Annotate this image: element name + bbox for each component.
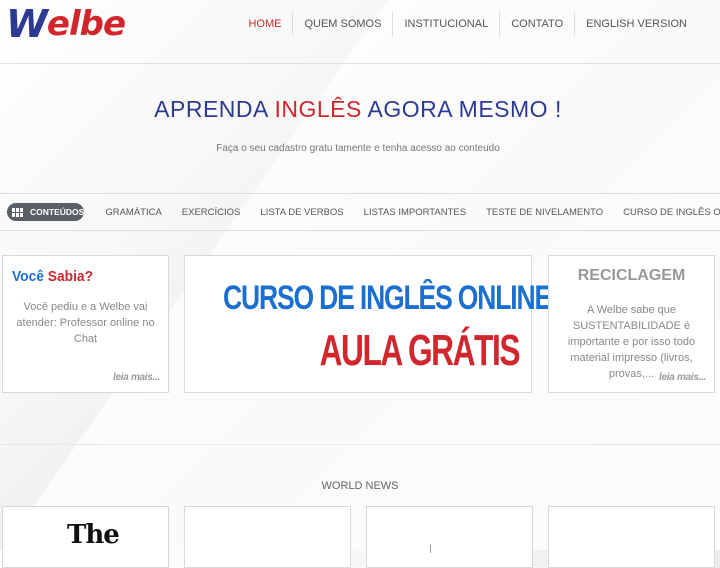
hero-title-part-2: AGORA MESMO !	[361, 96, 562, 122]
grid-icon	[12, 207, 23, 217]
voce-sabia-text: Você pediu e a Welbe vai atender: Profes…	[16, 301, 155, 345]
reciclagem-card[interactable]: RECICLAGEM A Welbe sabe que SUSTENTABILI…	[548, 255, 715, 393]
nav-home[interactable]: HOME	[237, 12, 292, 36]
content-nav-listas-importantes[interactable]: LISTAS IMPORTANTES	[364, 207, 466, 218]
news-card-2[interactable]	[184, 506, 351, 568]
world-news-title: WORLD NEWS	[321, 480, 399, 492]
top-navigation: HOME QUEM SOMOS INSTITUCIONAL CONTATO EN…	[237, 12, 698, 36]
voce-sabia-read-more-link[interactable]: leia mais...	[113, 372, 160, 383]
content-nav-teste-de-nivelamento[interactable]: TESTE DE NIVELAMENTO	[486, 207, 603, 218]
news-card-3[interactable]	[366, 506, 533, 568]
nav-institucional[interactable]: INSTITUCIONAL	[392, 12, 499, 36]
content-nav-curso-online[interactable]: CURSO DE INGLÊS ONLINE	[623, 207, 720, 218]
voce-sabia-title-part-2: Sabia?	[47, 268, 94, 285]
news-card-1[interactable]: The	[2, 506, 169, 568]
hero-title: APRENDA INGLÊS AGORA MESMO !	[0, 96, 716, 123]
nav-contato[interactable]: CONTATO	[499, 12, 574, 36]
reciclagem-read-more-link[interactable]: leia mais...	[659, 372, 706, 383]
voce-sabia-title-part-1: Você	[12, 268, 48, 285]
news-card-4[interactable]	[548, 506, 715, 568]
reciclagem-title: RECICLAGEM	[577, 267, 686, 284]
news-card-mark	[430, 545, 431, 553]
conteudos-label: CONTEÚDOS	[30, 207, 85, 217]
content-navigation: CONTEÚDOS GRAMÁTICA EXERCÍCIOS LISTA DE …	[0, 193, 720, 231]
hero-title-part-1: APRENDA	[154, 96, 275, 122]
site-header: Welbe HOME QUEM SOMOS INSTITUCIONAL CONT…	[0, 0, 720, 62]
hero-subtitle: Faça o seu cadastro gratu tamente e tenh…	[216, 143, 500, 154]
hero-title-highlight: INGLÊS	[274, 96, 362, 122]
banner-line-1: CURSO DE INGLÊS ONLINE	[223, 279, 552, 318]
welbe-logo[interactable]: Welbe	[6, 2, 126, 46]
section-divider	[0, 444, 720, 445]
header-divider	[0, 63, 720, 64]
logo-letters: elbe	[46, 4, 126, 44]
content-nav-lista-de-verbos[interactable]: LISTA DE VERBOS	[260, 207, 343, 218]
reciclagem-text: A Welbe sabe que SUSTENTABILIDADE é impo…	[567, 304, 696, 380]
conteudos-menu-button[interactable]: CONTEÚDOS	[7, 203, 85, 221]
nav-english-version[interactable]: ENGLISH VERSION	[574, 12, 698, 36]
voce-sabia-title: Você Sabia?	[12, 268, 93, 285]
banner-line-1-part-2: ONLINE	[457, 279, 552, 317]
nav-quem-somos[interactable]: QUEM SOMOS	[292, 12, 392, 36]
logo-letter-w: W	[6, 2, 48, 46]
banner-line-1-part-1: CURSO DE INGLÊS	[223, 279, 458, 317]
voce-sabia-card[interactable]: Você Sabia? Você pediu e a Welbe vai ate…	[2, 255, 169, 393]
banner-line-2: AULA GRÁTIS	[319, 326, 521, 375]
content-nav-exercicios[interactable]: EXERCÍCIOS	[182, 207, 241, 218]
curso-online-banner[interactable]: CURSO DE INGLÊS ONLINE AULA GRÁTIS	[184, 255, 552, 393]
content-nav-gramatica[interactable]: GRAMÁTICA	[105, 207, 161, 218]
news-logo-text: The	[67, 520, 120, 550]
